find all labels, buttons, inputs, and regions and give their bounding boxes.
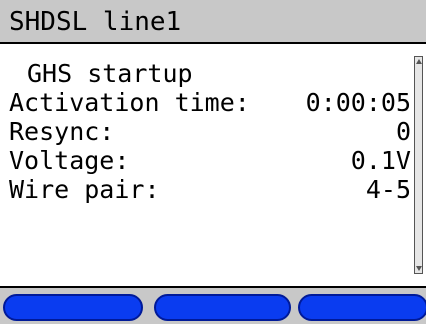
voltage-row: Voltage: 0.1V	[9, 146, 411, 176]
voltage-label: Voltage:	[9, 146, 130, 175]
activation-time-value: 0:00:05	[305, 88, 411, 117]
voltage-value: 0.1V	[350, 146, 411, 175]
vertical-scrollbar[interactable]	[414, 56, 423, 274]
activation-time-row: Activation time: 0:00:05	[9, 88, 411, 118]
resync-label: Resync:	[9, 117, 115, 146]
softkey-1[interactable]	[3, 294, 143, 321]
softkey-3[interactable]	[298, 294, 426, 321]
wire-pair-value: 4-5	[365, 175, 411, 204]
page-title: SHDSL line1	[9, 7, 182, 37]
wire-pair-label: Wire pair:	[9, 175, 160, 204]
softkey-2[interactable]	[154, 294, 291, 321]
wire-pair-row: Wire pair: 4-5	[9, 175, 411, 205]
connection-status: GHS startup	[27, 59, 193, 88]
title-bar: SHDSL line1	[0, 0, 426, 44]
scroll-up-arrow-icon[interactable]	[416, 59, 422, 64]
status-panel: GHS startup Activation time: 0:00:05 Res…	[0, 44, 426, 288]
softkey-bar	[0, 288, 426, 324]
activation-time-label: Activation time:	[9, 88, 250, 117]
resync-row: Resync: 0	[9, 117, 411, 147]
resync-value: 0	[395, 117, 411, 146]
scroll-down-arrow-icon[interactable]	[416, 266, 422, 271]
